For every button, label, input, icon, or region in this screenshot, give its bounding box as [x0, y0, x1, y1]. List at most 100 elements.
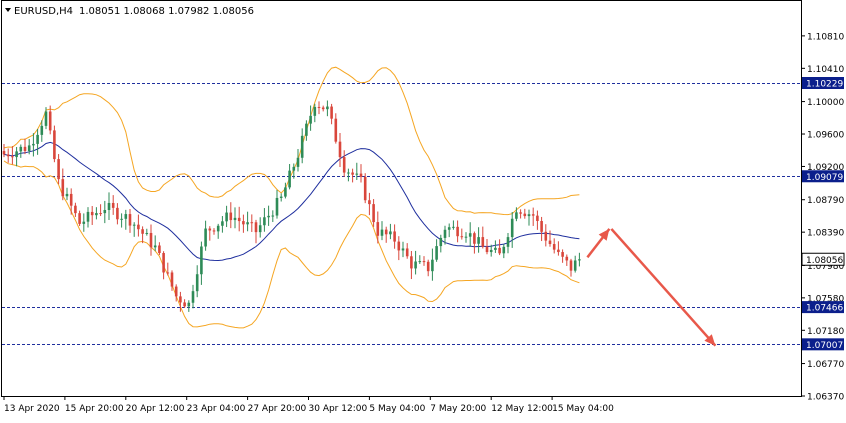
candle-body	[137, 224, 140, 230]
candle-body	[305, 123, 308, 136]
candle-body	[183, 302, 186, 307]
candle-body	[149, 232, 153, 248]
candle-body	[95, 213, 98, 216]
candle-body	[443, 229, 447, 238]
candle-body	[258, 225, 262, 233]
y-tick-label-0: 1.10810	[807, 32, 844, 42]
candle-body	[19, 146, 23, 152]
candle-body	[111, 202, 115, 208]
x-tick-label-2: 20 Apr 12:00	[126, 404, 185, 414]
candle-body	[229, 212, 233, 221]
candle-body	[372, 204, 375, 223]
candle-body	[452, 226, 455, 228]
candle-body	[573, 260, 577, 271]
candle-body	[557, 249, 560, 253]
candle-body	[489, 249, 493, 253]
candle-body	[99, 213, 102, 215]
candle-body	[107, 202, 111, 210]
candle-body	[410, 256, 413, 269]
candle-body	[263, 217, 266, 226]
candle-body	[86, 211, 90, 222]
candle-body	[6, 154, 10, 157]
candle-body	[502, 246, 506, 254]
candle-body	[464, 236, 468, 238]
candle-body	[128, 214, 132, 226]
candle-body	[11, 156, 14, 158]
candle-body	[548, 240, 552, 245]
candle-body	[179, 296, 182, 303]
candle-body	[57, 159, 60, 180]
candle-body	[275, 197, 279, 216]
candle-body	[536, 215, 539, 222]
x-tick-label-5: 30 Apr 12:00	[309, 404, 368, 414]
candle-body	[44, 111, 48, 126]
candle-body	[473, 233, 476, 244]
candle-body	[506, 237, 510, 247]
candle-body	[426, 261, 430, 272]
candle-body	[233, 217, 237, 221]
candle-body	[334, 118, 338, 142]
candle-body	[187, 302, 191, 307]
candle-body	[254, 222, 258, 233]
candle-body	[397, 241, 401, 251]
candle-body	[494, 247, 497, 250]
candle-body	[326, 106, 329, 110]
candle-body	[447, 227, 451, 230]
candle-body	[460, 236, 464, 238]
candle-body	[300, 135, 304, 158]
chart-header: EURUSD,H4 1.08051 1.08068 1.07982 1.0805…	[5, 6, 254, 17]
candle-body	[153, 245, 157, 248]
candle-body	[69, 193, 73, 206]
candle-body	[246, 222, 249, 225]
candle-body	[162, 253, 165, 273]
candle-body	[515, 212, 518, 219]
chart-window[interactable]: 1.10810 1.10410 1.10000 1.09600 1.09200 1.087…	[0, 0, 846, 419]
candle-body	[498, 247, 501, 254]
candle-body	[342, 157, 346, 173]
x-tick-label-1: 15 Apr 20:00	[65, 404, 124, 414]
candle-body	[414, 261, 417, 269]
symbol-label: EURUSD,H4	[14, 6, 73, 17]
candle-body	[565, 256, 569, 261]
candle-body	[376, 222, 380, 236]
candle-body	[27, 145, 31, 151]
candle-body	[82, 221, 86, 224]
candle-body	[510, 218, 514, 238]
candle-body	[166, 272, 170, 274]
candle-body	[288, 170, 291, 188]
candle-body	[485, 246, 489, 253]
candle-body	[132, 224, 136, 226]
current-price-label: 1.08056	[806, 256, 843, 266]
candle-body	[578, 259, 581, 261]
candle-body	[237, 217, 241, 222]
candle-body	[309, 115, 312, 124]
y-tick-label-11: 1.06370	[807, 393, 844, 403]
candle-body	[48, 111, 52, 131]
candle-body	[351, 172, 354, 175]
candle-body	[317, 106, 321, 108]
candle-12	[53, 125, 56, 163]
candle-body	[204, 228, 207, 247]
candle-body	[279, 196, 283, 198]
candle-body	[569, 260, 573, 271]
candle-body	[296, 157, 300, 167]
candle-body	[158, 245, 161, 254]
level-label-2: 1.09079	[806, 173, 843, 183]
candle-86	[363, 173, 367, 204]
y-tick-label-9: 1.07180	[807, 327, 844, 337]
candle-body	[145, 232, 149, 234]
candle-body	[431, 259, 434, 272]
candle-body	[355, 173, 359, 175]
candle-body	[540, 221, 543, 232]
candle-body	[225, 212, 228, 222]
candle-body	[405, 248, 409, 257]
candle-body	[523, 213, 527, 217]
candle-body	[389, 231, 392, 235]
x-tick-label-6: 5 May 04:00	[369, 404, 425, 414]
candle-body	[36, 134, 39, 144]
candle-body	[208, 228, 212, 231]
candle-body	[519, 212, 522, 214]
candle-body	[23, 146, 27, 151]
candle-body	[468, 233, 472, 237]
candle-body	[477, 237, 480, 244]
